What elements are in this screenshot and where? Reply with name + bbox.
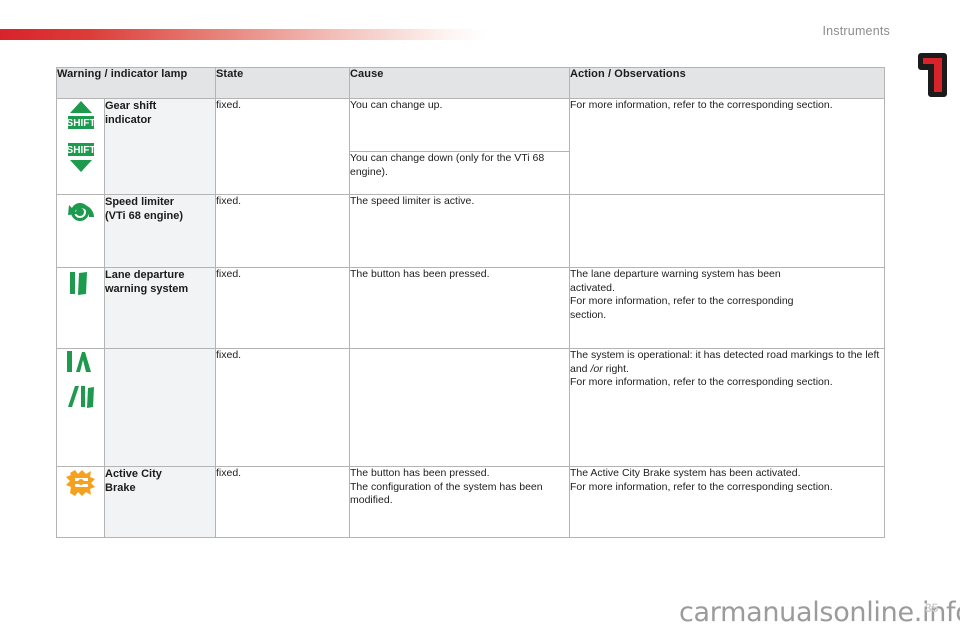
site-watermark: carmanualsonline.info: [679, 597, 960, 628]
action-line-4: section.: [570, 309, 884, 323]
action-cell: The system is operational: it has detect…: [570, 349, 885, 467]
lamp-icon-cell: [57, 268, 105, 349]
cause-cell: [350, 349, 570, 467]
warning-lamps-table: Warning / indicator lamp State Cause Act…: [56, 67, 885, 538]
lamp-name-cell: Lane departure warning system: [105, 268, 216, 349]
lamp-name-line1: Lane departure: [105, 268, 215, 282]
svg-text:SHIFT: SHIFT: [66, 145, 95, 156]
lane-detection-left-right-icon: [64, 349, 98, 375]
column-header-action: Action / Observations: [570, 68, 885, 99]
active-city-brake-icon: [64, 467, 98, 497]
cause-cell: The button has been pressed.: [350, 268, 570, 349]
action-line-1: The lane departure warning system has be…: [570, 268, 884, 282]
table-header-row: Warning / indicator lamp State Cause Act…: [57, 68, 885, 99]
cause-cell: The button has been pressed. The configu…: [350, 467, 570, 538]
lamp-icon-cell: [57, 349, 105, 467]
chapter-number-tab: [912, 49, 952, 101]
page-number: 35: [925, 601, 938, 615]
action-line-2: activated.: [570, 282, 884, 296]
lamp-name-line1: Gear shift: [105, 99, 215, 113]
lamp-name-cell: Gear shift indicator: [105, 99, 216, 195]
cause-line-1: The button has been pressed.: [350, 467, 569, 481]
cause-cell: You can change up.: [350, 99, 570, 152]
column-header-cause: Cause: [350, 68, 570, 99]
table-row: Speed limiter (VTi 68 engine) fixed. The…: [57, 195, 885, 268]
chapter-number-icon: [912, 49, 952, 101]
lamp-name-cell: Speed limiter (VTi 68 engine): [105, 195, 216, 268]
speed-limiter-icon: [64, 195, 98, 225]
lamp-icon-cell: [57, 195, 105, 268]
lamp-name-line2: Brake: [105, 481, 215, 495]
table-row: Active City Brake fixed. The button has …: [57, 467, 885, 538]
table-row: fixed. The system is operational: it has…: [57, 349, 885, 467]
header-accent-bar: [0, 29, 487, 40]
state-cell: fixed.: [216, 99, 350, 195]
state-cell: fixed.: [216, 195, 350, 268]
lamp-name-line1: Active City: [105, 467, 215, 481]
lamp-name-line1: Speed limiter: [105, 195, 215, 209]
table-row: SHIFT SHIFT Gear shift indicator fixed. …: [57, 99, 885, 152]
cause-line-2: The configuration of the system has been…: [350, 481, 569, 508]
lamp-icon-cell: [57, 467, 105, 538]
lamp-name-line2: indicator: [105, 113, 215, 127]
column-header-warning-lamp: Warning / indicator lamp: [57, 68, 216, 99]
action-line-1: The Active City Brake system has been ac…: [570, 467, 884, 481]
gear-shift-indicator-icon: SHIFT SHIFT: [65, 99, 97, 175]
table-row: Lane departure warning system fixed. The…: [57, 268, 885, 349]
cause-cell: You can change down (only for the VTi 68…: [350, 152, 570, 195]
svg-text:SHIFT: SHIFT: [66, 118, 95, 129]
state-cell: fixed.: [216, 349, 350, 467]
action-line-3: For more information, refer to the corre…: [570, 295, 884, 309]
column-header-state: State: [216, 68, 350, 99]
lamp-icon-cell: SHIFT SHIFT: [57, 99, 105, 195]
lamp-name-line2: (VTi 68 engine): [105, 209, 215, 223]
action-text-italic: /or: [590, 363, 602, 375]
chapter-title: Instruments: [822, 24, 890, 38]
action-text-part2: right.: [603, 363, 629, 375]
lamp-name-cell: [105, 349, 216, 467]
action-cell: For more information, refer to the corre…: [570, 99, 885, 195]
lane-departure-warning-icon: [66, 268, 96, 298]
cause-cell: The speed limiter is active.: [350, 195, 570, 268]
action-cell: The Active City Brake system has been ac…: [570, 467, 885, 538]
action-paragraph-1: The system is operational: it has detect…: [570, 349, 884, 376]
state-cell: fixed.: [216, 268, 350, 349]
lamp-name-cell: Active City Brake: [105, 467, 216, 538]
action-cell: The lane departure warning system has be…: [570, 268, 885, 349]
state-cell: fixed.: [216, 467, 350, 538]
action-line-2: For more information, refer to the corre…: [570, 481, 884, 495]
action-cell: [570, 195, 885, 268]
lane-detection-dashed-icon: [64, 384, 98, 410]
lamp-name-line2: warning system: [105, 282, 215, 296]
warning-lamps-table-wrapper: Warning / indicator lamp State Cause Act…: [56, 67, 884, 538]
action-paragraph-2: For more information, refer to the corre…: [570, 376, 884, 390]
